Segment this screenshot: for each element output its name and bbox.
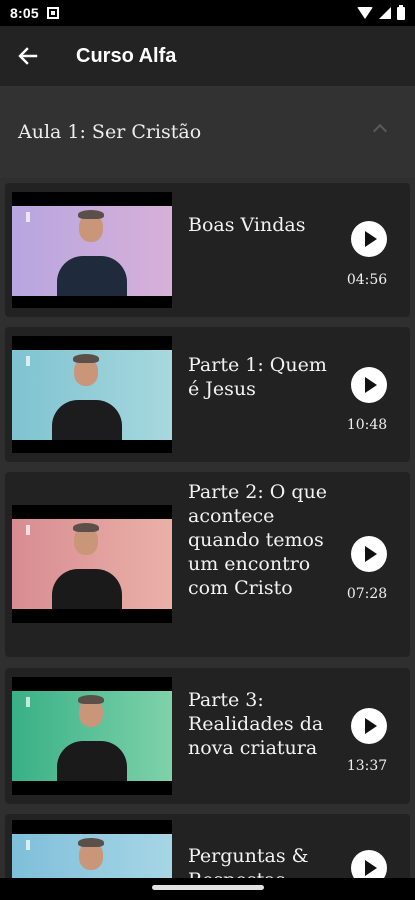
logo-icon [26, 525, 30, 535]
video-duration: 10:48 [346, 417, 388, 433]
video-title: Parte 3: Realidades da nova criatura [188, 689, 324, 759]
video-title: Perguntas & Respostas [188, 845, 309, 878]
back-button[interactable] [0, 26, 56, 86]
video-thumbnail [12, 192, 172, 308]
logo-icon [26, 840, 30, 850]
video-item-parte-3[interactable]: Parte 3: Realidades da nova criatura 13:… [5, 668, 410, 804]
lesson-section-header[interactable]: Aula 1: Ser Cristão [0, 86, 415, 178]
thumbnail-image [12, 350, 172, 440]
arrow-back-icon [18, 47, 38, 65]
chevron-up-icon [372, 123, 388, 139]
play-button[interactable] [351, 536, 387, 572]
video-item-parte-1[interactable]: Parte 1: Quem é Jesus 10:48 [5, 327, 410, 462]
video-item-boas-vindas[interactable]: Boas Vindas 04:56 [5, 183, 410, 317]
logo-icon [26, 212, 30, 222]
notification-icon [46, 7, 59, 19]
status-bar: 8:05 [0, 0, 415, 26]
logo-icon [26, 697, 30, 707]
video-thumbnail [12, 820, 172, 878]
battery-icon [397, 4, 405, 20]
thumbnail-image [12, 691, 172, 781]
play-button[interactable] [351, 708, 387, 744]
video-list: Boas Vindas 04:56 Parte 1: Quem é Jesus … [0, 178, 415, 878]
play-button[interactable] [351, 221, 387, 257]
app-bar: Curso Alfa [0, 26, 415, 86]
status-time: 8:05 [10, 5, 39, 21]
video-item-perguntas[interactable]: Perguntas & Respostas [5, 814, 410, 878]
navigation-bar [0, 878, 415, 900]
thumbnail-image [12, 206, 172, 296]
signal-icon [379, 7, 391, 19]
video-title: Parte 2: O que acontece quando temos um … [188, 481, 328, 599]
wifi-icon [357, 7, 373, 19]
video-thumbnail [12, 677, 172, 795]
play-button[interactable] [351, 850, 387, 878]
logo-icon [26, 356, 30, 366]
video-thumbnail [12, 336, 172, 453]
video-duration: 04:56 [346, 272, 388, 288]
lesson-title: Aula 1: Ser Cristão [18, 121, 202, 143]
video-thumbnail [12, 505, 172, 623]
status-icons [357, 4, 405, 20]
video-duration: 07:28 [346, 586, 388, 602]
home-handle[interactable] [152, 885, 264, 890]
video-duration: 13:37 [346, 758, 388, 774]
page-title: Curso Alfa [76, 44, 177, 67]
play-button[interactable] [351, 367, 387, 403]
video-title: Boas Vindas [188, 214, 306, 236]
thumbnail-image [12, 834, 172, 878]
thumbnail-image [12, 519, 172, 609]
video-item-parte-2[interactable]: Parte 2: O que acontece quando temos um … [5, 472, 410, 657]
video-title: Parte 1: Quem é Jesus [188, 354, 327, 400]
